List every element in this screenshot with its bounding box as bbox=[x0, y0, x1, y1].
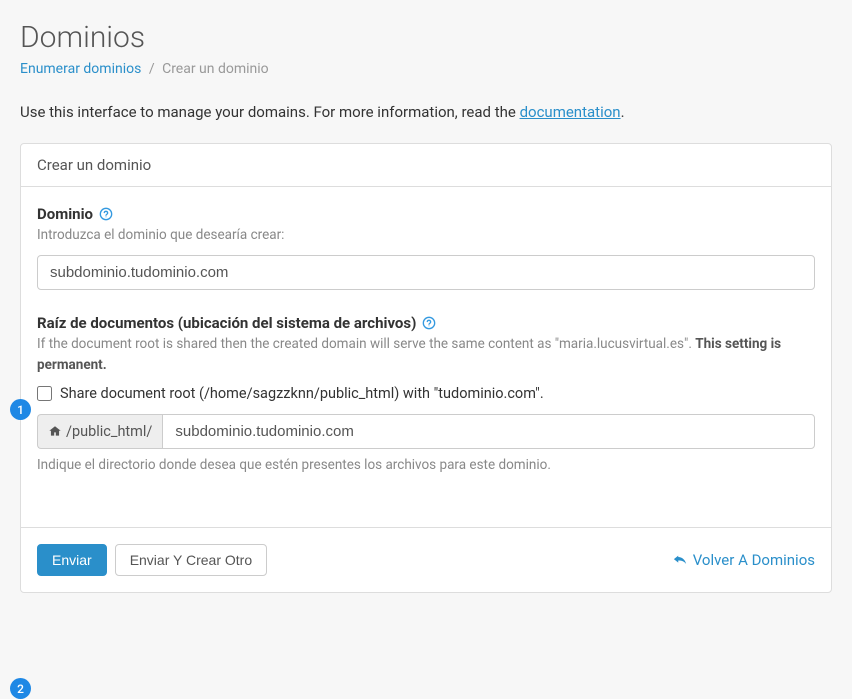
page-title: Dominios bbox=[20, 20, 832, 55]
share-docroot-label: Share document root (/home/sagzzknn/publ… bbox=[60, 385, 544, 402]
callout-badge-1: 1 bbox=[10, 399, 31, 420]
breadcrumb-separator: / bbox=[149, 61, 155, 77]
docroot-hint: Indique el directorio donde desea que es… bbox=[37, 457, 815, 473]
help-icon[interactable] bbox=[422, 316, 436, 330]
create-domain-panel: Crear un dominio Dominio Introduzca el d… bbox=[20, 143, 832, 593]
back-to-domains-label: Volver A Dominios bbox=[693, 551, 815, 569]
breadcrumb-current: Crear un dominio bbox=[162, 61, 269, 77]
back-to-domains-link[interactable]: Volver A Dominios bbox=[673, 551, 815, 569]
panel-header: Crear un dominio bbox=[21, 144, 831, 187]
docroot-help-pre: If the document root is shared then the … bbox=[37, 336, 695, 352]
panel-footer: Enviar Enviar Y Crear Otro Volver A Domi… bbox=[21, 527, 831, 592]
breadcrumb-list-domains[interactable]: Enumerar dominios bbox=[20, 61, 141, 77]
docroot-prefix-path: /public_html/ bbox=[66, 423, 152, 440]
docroot-field-group: Raíz de documentos (ubicación del sistem… bbox=[37, 314, 815, 473]
intro-pre: Use this interface to manage your domain… bbox=[20, 103, 520, 121]
domain-input[interactable] bbox=[37, 255, 815, 290]
docroot-input[interactable] bbox=[162, 414, 815, 449]
breadcrumb: Enumerar dominios / Crear un dominio bbox=[20, 61, 832, 77]
home-icon bbox=[48, 425, 62, 438]
share-docroot-checkbox[interactable] bbox=[37, 386, 52, 401]
submit-button[interactable]: Enviar bbox=[37, 544, 107, 576]
domain-label: Dominio bbox=[37, 205, 93, 223]
help-icon[interactable] bbox=[99, 207, 113, 221]
intro-text: Use this interface to manage your domain… bbox=[20, 103, 832, 121]
submit-another-button[interactable]: Enviar Y Crear Otro bbox=[115, 544, 267, 576]
documentation-link[interactable]: documentation bbox=[520, 103, 621, 121]
share-docroot-row[interactable]: Share document root (/home/sagzzknn/publ… bbox=[37, 385, 815, 402]
domain-help: Introduzca el dominio que desearía crear… bbox=[37, 225, 815, 245]
docroot-help: If the document root is shared then the … bbox=[37, 334, 815, 375]
intro-post: . bbox=[621, 103, 625, 121]
domain-field-group: Dominio Introduzca el dominio que desear… bbox=[37, 205, 815, 290]
reply-icon bbox=[673, 553, 687, 567]
callout-badge-2: 2 bbox=[10, 678, 31, 699]
docroot-label: Raíz de documentos (ubicación del sistem… bbox=[37, 314, 416, 332]
docroot-prefix: /public_html/ bbox=[37, 414, 162, 449]
